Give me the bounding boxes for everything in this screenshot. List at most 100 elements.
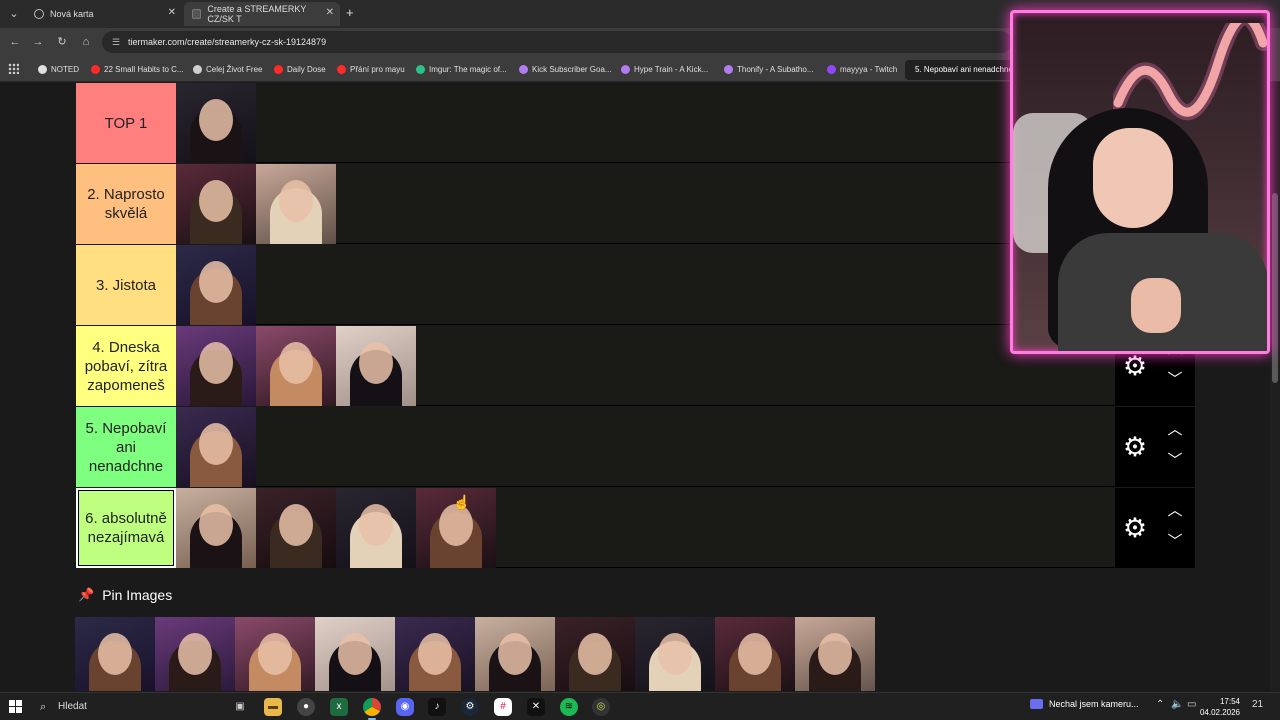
volume-icon[interactable]: 🔈 [1171,699,1183,710]
windows-taskbar: ⌕ Hledat ▣ ▬ ● x ◉ ♪ ⚙ # ✕ ≋ ◎ Nechal js… [0,692,1280,720]
tab-tiermaker[interactable]: Create a STREAMERKY CZ/SK T ✕ [184,2,340,26]
bookmark-label: Přání pro mayu [350,64,405,74]
windows-start-icon[interactable] [9,700,22,713]
tier-label[interactable]: 2. Naprosto skvělá [76,164,176,244]
pool-image[interactable] [155,617,235,691]
tier-image[interactable] [336,326,416,406]
tier-items[interactable] [176,326,416,406]
notification-center-icon[interactable]: 21 [1252,699,1263,710]
tab-new-tab[interactable]: Nová karta ✕ [26,2,182,26]
tier-image[interactable] [256,164,336,244]
pool-image[interactable] [715,617,795,691]
pool-image[interactable] [635,617,715,691]
tier-label[interactable]: 6. absolutně nezajímavá [76,488,176,568]
bookmark-favicon-icon [416,64,425,74]
globe-icon [34,9,44,19]
tier-image[interactable] [176,83,256,163]
tier-controls: ⚙ ︿ ﹀ [1115,488,1195,568]
tray-notification-text: Nechal jsem kameru... [1049,699,1139,709]
tier-image[interactable] [176,245,256,325]
pool-image[interactable] [75,617,155,691]
avatar-face [498,632,532,675]
bookmark-item[interactable]: Daily Dose [274,62,326,76]
chevron-up-icon[interactable]: ︿ [1164,501,1186,521]
tier-image[interactable] [176,407,256,487]
gear-icon[interactable]: ⚙ [1121,433,1149,461]
avatar-face [738,632,772,675]
scrollbar-thumb[interactable] [1272,193,1278,383]
page-scrollbar[interactable] [1270,83,1280,691]
bookmark-label: NOTED [51,64,79,74]
tier-items[interactable] [176,245,256,325]
file-explorer-icon[interactable]: ▬ [264,698,282,716]
clock-time: 17:54 [1219,697,1240,706]
tier-image[interactable] [176,488,256,568]
taskbar-search[interactable]: ⌕ Hledat [32,696,212,718]
tab-list-chevron-icon[interactable]: ⌄ [5,5,23,23]
capcut-icon[interactable]: ✕ [527,698,545,716]
chrome-icon[interactable] [363,698,381,716]
tray-chevron-up-icon[interactable]: ⌃ [1156,699,1164,710]
bookmark-item[interactable]: mayyya - Twitch [827,62,897,76]
site-info-icon[interactable]: ☰ [112,31,120,53]
tier-image[interactable] [256,326,336,406]
task-view-icon[interactable]: ▣ [231,698,249,716]
tier-label[interactable]: 3. Jistota [76,245,176,325]
tier-image[interactable] [176,326,256,406]
slack-icon[interactable]: # [494,698,512,716]
bookmark-item[interactable]: Hype Train - A Kick... [621,62,708,76]
avatar-face [338,632,372,675]
excel-icon[interactable]: x [330,698,348,716]
forward-arrow-icon[interactable]: → [30,34,46,50]
gear-icon[interactable]: ⚙ [1121,352,1149,380]
bookmark-item[interactable]: Imgur: The magic of... [416,62,507,76]
tier-items[interactable] [176,83,256,163]
avatar-face [279,503,313,546]
pool-image[interactable] [475,617,555,691]
bookmark-item[interactable]: NOTED [38,62,79,76]
steam-icon[interactable]: ⚙ [461,698,479,716]
tray-notification[interactable]: Nechal jsem kameru... [1030,699,1139,709]
close-icon[interactable]: ✕ [326,7,334,18]
reload-icon[interactable]: ↻ [54,34,70,50]
tier-image[interactable] [176,164,256,244]
pool-image[interactable] [395,617,475,691]
chevron-down-icon[interactable]: ﹀ [1164,532,1186,552]
xbox-game-bar-icon[interactable]: ◎ [592,698,610,716]
bookmark-item[interactable]: 22 Small Habits to C... [91,62,184,76]
bookmark-item[interactable]: Celej Život Free [193,62,262,76]
chevron-down-icon[interactable]: ﹀ [1164,370,1186,390]
pool-image[interactable] [795,617,875,691]
pushpin-icon: 📌 [78,587,95,602]
taskbar-clock[interactable]: 17:54 04.02.2026 [1196,696,1240,718]
tier-image[interactable] [256,488,336,568]
tier-items[interactable] [176,164,336,244]
tier-label[interactable]: 5. Nepobaví ani nenadchne [76,407,176,487]
bookmark-item[interactable]: Thonify - A Subatho... [724,62,814,76]
pool-image[interactable] [555,617,635,691]
pool-image[interactable] [315,617,395,691]
chevron-up-icon[interactable]: ︿ [1164,420,1186,440]
tier-image[interactable] [336,488,416,568]
new-tab-plus-icon[interactable]: + [346,5,354,20]
tier-items[interactable] [176,488,496,568]
tiktok-icon[interactable]: ♪ [428,698,446,716]
close-icon[interactable]: ✕ [168,7,176,18]
discord-icon[interactable]: ◉ [396,698,414,716]
pool-image[interactable] [235,617,315,691]
tier-label[interactable]: TOP 1 [76,83,176,163]
gear-icon[interactable]: ⚙ [1121,514,1149,542]
back-arrow-icon[interactable]: ← [7,34,23,50]
home-icon[interactable]: ⌂ [78,34,94,50]
tier-items[interactable] [176,407,256,487]
spotify-icon[interactable]: ≋ [560,698,578,716]
obs-icon[interactable]: ● [297,698,315,716]
bookmark-item[interactable]: Kick Subscriber Goa... [519,62,612,76]
tier-label[interactable]: 4. Dneska pobaví, zítra zapomeneš [76,326,176,406]
address-bar[interactable]: ☰ tiermaker.com/create/streamerky-cz-sk-… [102,31,1012,53]
apps-grid-icon[interactable] [8,63,19,74]
chevron-down-icon[interactable]: ﹀ [1164,451,1186,471]
clock-date: 04.02.2026 [1199,708,1240,717]
bookmark-favicon-icon [91,64,100,74]
bookmark-item[interactable]: Přání pro mayu [337,62,405,76]
